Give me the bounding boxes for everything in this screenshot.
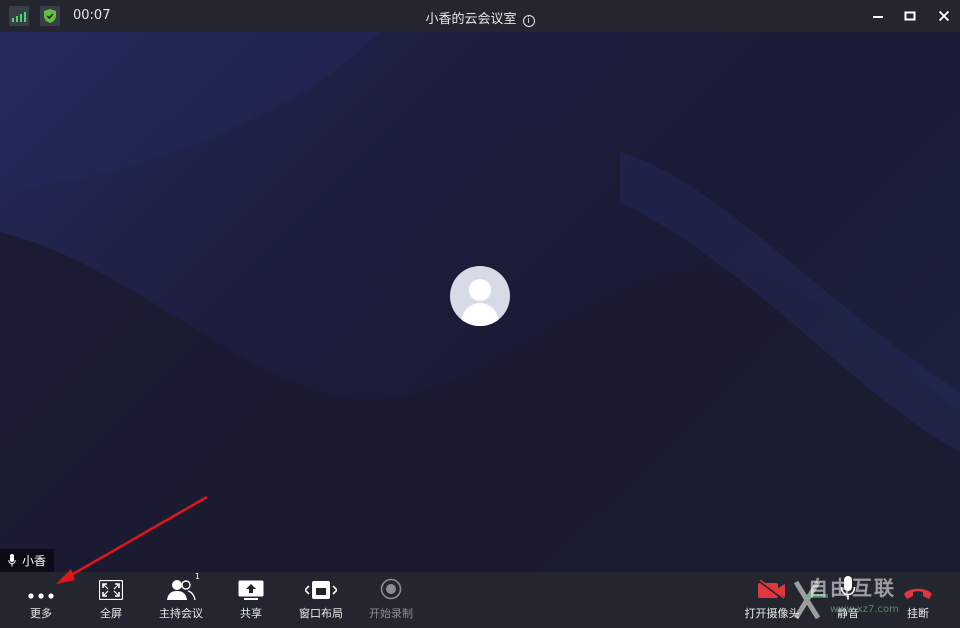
fullscreen-button[interactable]: 全屏 <box>92 572 130 628</box>
more-label: 更多 <box>30 607 52 620</box>
meeting-title: 小香的云会议室 <box>425 12 517 27</box>
close-icon <box>938 10 950 22</box>
video-stage: 小香 <box>0 32 960 572</box>
watermark-text: 自由互联 <box>808 576 896 600</box>
window-title: 小香的云会议室 i <box>0 8 960 27</box>
fullscreen-label: 全屏 <box>100 607 122 620</box>
start-recording-button[interactable]: 开始录制 <box>366 572 416 628</box>
start-recording-label: 开始录制 <box>369 607 413 620</box>
participant-count-badge: 1 <box>194 572 200 581</box>
avatar-icon <box>450 266 510 326</box>
minimize-button[interactable] <box>868 6 888 26</box>
share-label: 共享 <box>240 607 262 620</box>
hang-up-icon <box>903 572 933 602</box>
hang-up-button[interactable]: 挂断 <box>900 572 936 628</box>
share-screen-icon <box>238 572 264 602</box>
open-camera-button[interactable]: 打开摄像头 <box>742 572 802 628</box>
record-icon <box>380 572 402 602</box>
participant-name: 小香 <box>22 554 47 568</box>
title-bar: 00:07 小香的云会议室 i <box>0 0 960 32</box>
window-layout-button[interactable]: 窗口布局 <box>296 572 346 628</box>
info-icon[interactable]: i <box>522 15 535 27</box>
host-meeting-icon: 1 <box>166 572 200 602</box>
camera-off-icon <box>757 572 787 602</box>
more-dots-icon <box>27 572 55 602</box>
minimize-icon <box>873 16 883 18</box>
watermark-url: www.xz7.com <box>830 604 899 615</box>
hang-up-label: 挂断 <box>907 607 929 620</box>
microphone-icon <box>8 554 16 567</box>
share-button[interactable]: 共享 <box>232 572 270 628</box>
open-camera-label: 打开摄像头 <box>744 607 800 620</box>
host-meeting-button[interactable]: 1 主持会议 <box>156 572 206 628</box>
maximize-button[interactable] <box>900 6 920 26</box>
host-meeting-label: 主持会议 <box>159 607 203 620</box>
maximize-icon <box>904 11 916 21</box>
fullscreen-icon <box>99 572 123 602</box>
close-button[interactable] <box>934 6 954 26</box>
window-layout-icon <box>305 572 337 602</box>
participant-name-tag: 小香 <box>0 549 55 572</box>
window-layout-label: 窗口布局 <box>299 607 343 620</box>
more-button[interactable]: 更多 <box>22 572 60 628</box>
